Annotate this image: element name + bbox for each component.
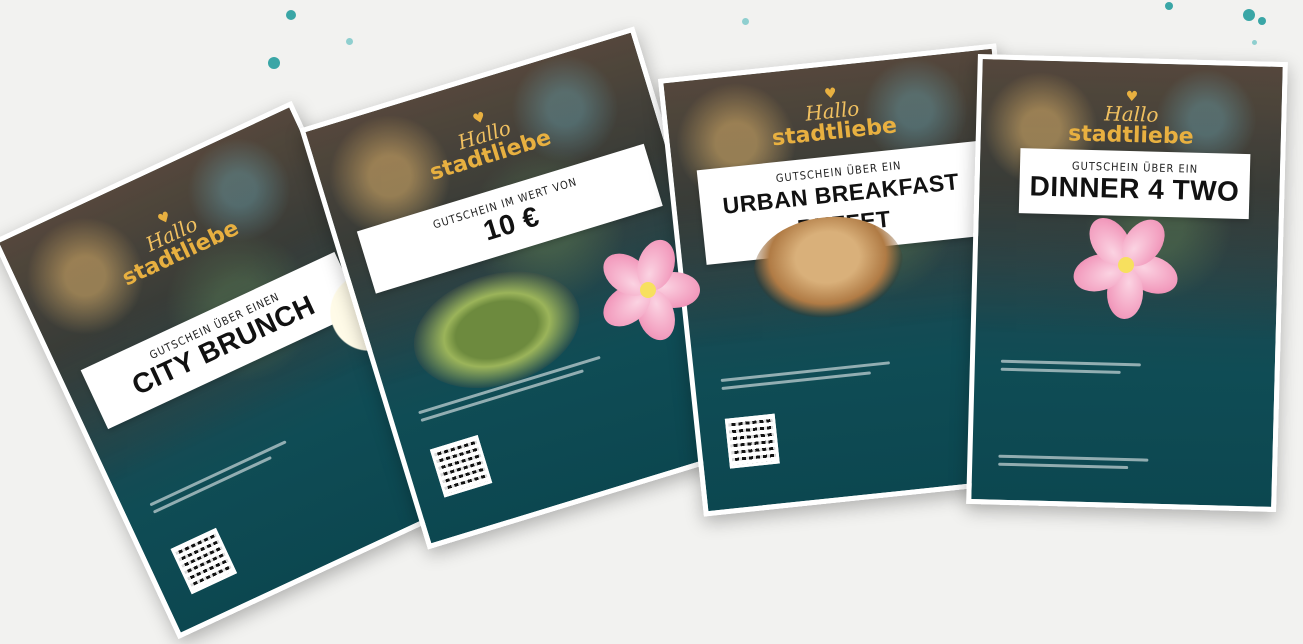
flower-decoration (588, 230, 708, 350)
decor-dot (742, 18, 749, 25)
fine-print (152, 455, 272, 514)
logo-line2: stadtliebe (1067, 121, 1194, 150)
decor-dot (1252, 40, 1257, 45)
decor-dot (346, 38, 353, 45)
brand-logo: ♥ Hallo stadtliebe (1067, 87, 1195, 150)
fine-print (1000, 359, 1141, 367)
decor-dot (268, 57, 280, 69)
fine-print (1000, 367, 1121, 374)
fine-print (998, 454, 1149, 462)
qr-code (724, 413, 780, 469)
flower-decoration (1066, 205, 1196, 335)
decor-dot (286, 10, 296, 20)
qr-code (429, 435, 493, 498)
voucher-title: DINNER 4 TWO (1029, 170, 1240, 207)
decor-dot (1243, 9, 1255, 21)
decor-dot (1165, 2, 1173, 10)
decor-dot (1258, 17, 1266, 25)
fine-print (998, 462, 1129, 470)
qr-code (170, 527, 238, 595)
